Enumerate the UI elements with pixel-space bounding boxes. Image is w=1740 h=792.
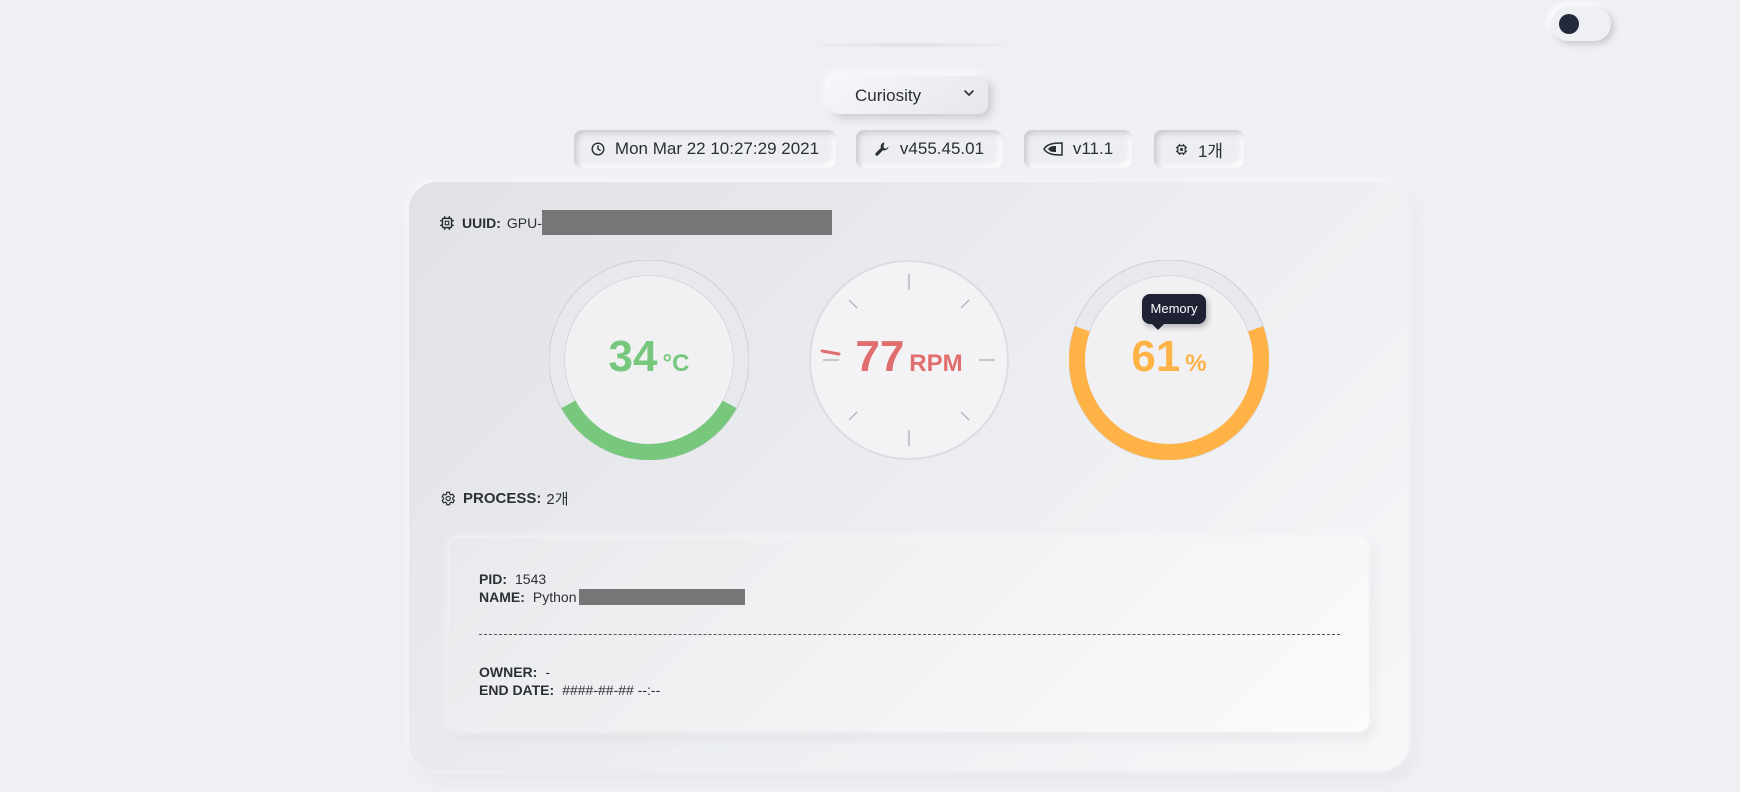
gpu-count-text: 1개 (1197, 141, 1224, 161)
memory-value: 61 (1131, 332, 1181, 381)
fan-readout: 77 RPM (809, 332, 1009, 382)
owner-row: OWNER: - (479, 664, 550, 680)
process-card: PID: 1543 NAME: Python OWNER: - END DATE… (449, 538, 1369, 732)
memory-gauge[interactable]: 61% Memory (1069, 260, 1269, 460)
uuid-label: UUID: (462, 214, 501, 231)
pid-row: PID: 1543 (479, 571, 546, 587)
chevron-down-icon (964, 90, 974, 96)
temperature-unit: °C (662, 350, 690, 377)
process-label: PROCESS: (463, 490, 542, 507)
cuda-version-text: v11.1 (1072, 139, 1114, 158)
pid-value: 1543 (515, 571, 547, 587)
temperature-gauge: 34 °C (549, 260, 749, 460)
gear-icon (441, 491, 455, 506)
divider (479, 634, 1340, 635)
process-row: PROCESS: 2개 (439, 488, 569, 509)
memory-readout: 61% (1069, 332, 1269, 382)
pid-label: PID: (479, 571, 507, 587)
datetime-chip: Mon Mar 22 10:27:29 2021 (574, 130, 836, 168)
redacted-uuid (541, 210, 832, 235)
temperature-value: 34 (608, 332, 658, 381)
name-row: NAME: Python (479, 589, 746, 605)
nvidia-icon (1042, 142, 1063, 156)
uuid-value: GPU- (506, 214, 542, 231)
end-date-value: ####-##-## --:-- (562, 682, 661, 698)
gpu-count-chip: 1개 (1154, 130, 1244, 168)
gpu-select[interactable]: Curiosity (830, 76, 988, 114)
temperature-readout: 34 °C (549, 332, 749, 382)
memory-unit: % (1185, 350, 1207, 377)
redacted-name (579, 589, 746, 605)
gpu-card: UUID: GPU- 34 °C 77 RPM 61 % Memory PROC… (409, 182, 1409, 771)
theme-toggle[interactable] (1551, 7, 1611, 41)
uuid-row: UUID: GPU- (439, 210, 832, 235)
datetime-text: Mon Mar 22 10:27:29 2021 (614, 139, 820, 158)
end-date-row: END DATE: ####-##-## --:-- (479, 682, 660, 698)
fan-unit: RPM (909, 350, 963, 377)
fan-speed-gauge: 77 RPM (809, 260, 1009, 460)
toggle-knob[interactable] (1559, 14, 1579, 34)
end-date-label: END DATE: (479, 682, 555, 698)
wrench-icon (875, 142, 889, 156)
header-shadow (790, 42, 1030, 48)
name-label: NAME: (479, 589, 525, 605)
clock-icon (591, 142, 605, 156)
chip-icon (1175, 143, 1188, 155)
name-value: Python (532, 589, 577, 605)
owner-value: - (545, 664, 550, 680)
driver-version-text: v455.45.01 (899, 139, 985, 158)
gpu-select-value: Curiosity (855, 86, 922, 105)
memory-tooltip: Memory (1142, 294, 1206, 330)
driver-version-chip: v455.45.01 (856, 130, 1002, 168)
fan-value: 77 (855, 332, 905, 381)
cuda-version-chip: v11.1 (1024, 130, 1132, 168)
process-count: 2개 (546, 491, 569, 508)
chip-icon (440, 215, 454, 230)
owner-label: OWNER: (479, 664, 538, 680)
